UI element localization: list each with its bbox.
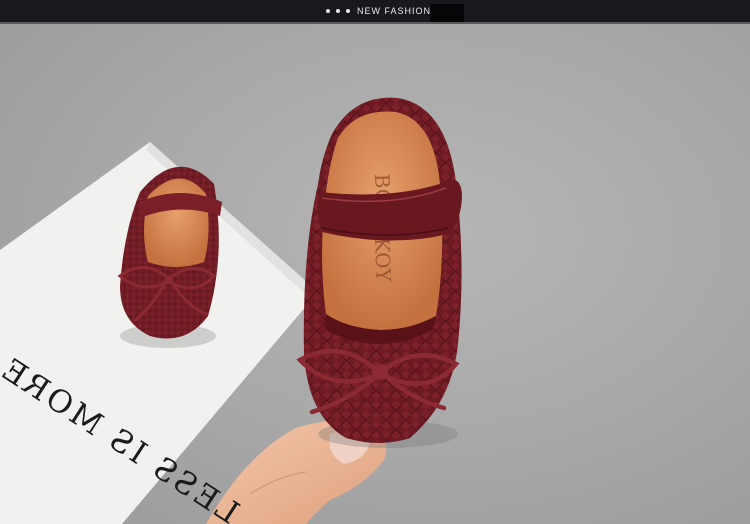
dot-icon [346,9,350,13]
main-shoe: BOY KOY [296,97,462,444]
banner-title: NEW FASHION [357,6,432,16]
banner-dark-box [430,4,464,22]
top-banner: NEW FASHION [0,0,750,22]
dot-icon [336,9,340,13]
svg-text:KOY: KOY [370,237,396,283]
product-photo: BOY KOY LESS IS MORE [0,24,750,524]
banner-dots [326,5,350,17]
dot-icon [326,9,330,13]
